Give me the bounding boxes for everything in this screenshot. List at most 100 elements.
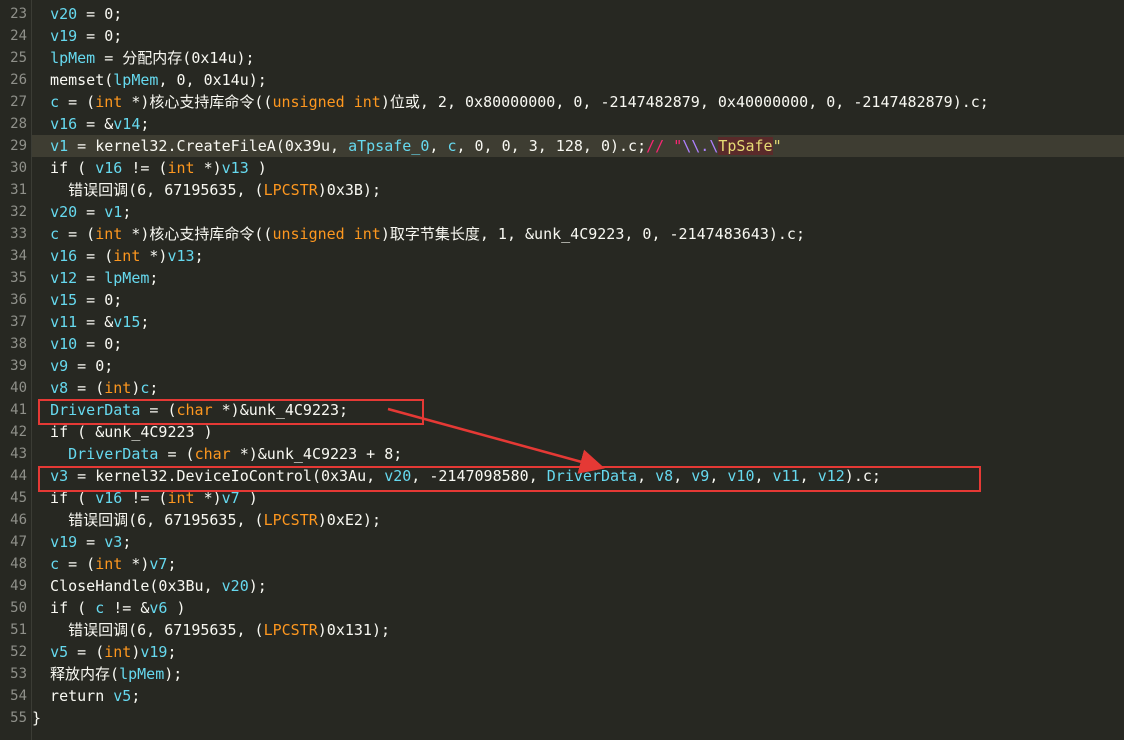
code-token: v20 [221,577,249,595]
code-line[interactable]: v19 = v3; [32,531,1124,553]
code-token: c [50,225,60,243]
code-token: unsigned int [272,93,381,111]
code-token: 释放内存( [32,665,120,683]
code-token: v19 [140,643,168,661]
code-token: return [32,687,114,705]
code-line[interactable]: v20 = v1; [32,201,1124,223]
code-line[interactable]: v20 = 0; [32,3,1124,25]
code-token: = [77,203,105,221]
code-line[interactable]: v10 = 0; [32,333,1124,355]
code-token: ; [167,643,177,661]
code-token: v5 [50,643,69,661]
code-token: v7 [149,555,168,573]
code-line[interactable]: DriverData = (char *)&unk_4C9223 + 8; [32,443,1124,465]
code-token: ; [122,533,132,551]
code-line[interactable]: return v5; [32,685,1124,707]
code-token: unsigned int [272,225,381,243]
code-line[interactable]: c = (int *)v7; [32,553,1124,575]
code-token: } [32,709,42,727]
code-line[interactable]: v8 = (int)c; [32,377,1124,399]
code-token: v1 [104,203,123,221]
code-token: v13 [167,247,195,265]
line-number: 41 [10,402,27,418]
code-token: = & [77,115,114,133]
code-token: v20 [50,203,78,221]
code-token: = ( [158,445,195,463]
code-token: int [113,247,141,265]
code-token: *)核心支持库命令(( [122,93,273,111]
code-token: = ( [59,225,96,243]
code-token: = [77,269,105,287]
code-token: = 分配内存(0x14u); [95,49,255,67]
code-editor[interactable]: 23 24 25 26 27 28 29 30 31 32 33 34 35 36 37 38 39 40 41 42… [0,0,1124,740]
line-number: 55 [10,710,27,726]
code-token: c [95,599,105,617]
code-line[interactable]: 错误回调(6, 67195635, (LPCSTR)0xE2); [32,509,1124,531]
code-token: v3 [104,533,123,551]
code-line[interactable]: 错误回调(6, 67195635, (LPCSTR)0x131); [32,619,1124,641]
code-token: lpMem [113,71,159,89]
code-token: 错误回调(6, 67195635, ( [32,511,264,529]
code-token: " [772,137,782,155]
code-line[interactable]: 释放内存(lpMem); [32,663,1124,685]
code-token: = 0; [68,357,114,375]
code-token: int [95,225,123,243]
code-token: = 0; [77,291,123,309]
code-line[interactable]: c = (int *)核心支持库命令((unsigned int)取字节集长度,… [32,223,1124,245]
code-token: 错误回调(6, 67195635, ( [32,181,264,199]
code-token: v19 [50,533,78,551]
code-token: int [104,379,132,397]
code-token: v20 [50,5,78,23]
code-token: = ( [59,93,96,111]
line-number: 40 [10,380,27,396]
code-line[interactable]: v19 = 0; [32,25,1124,47]
code-line[interactable]: if ( c != &v6 ) [32,597,1124,619]
code-line[interactable]: v16 = (int *)v13; [32,245,1124,267]
line-number: 25 [10,50,27,66]
code-token: v10 [50,335,78,353]
line-number: 49 [10,578,27,594]
code-token: v19 [50,27,78,45]
line-number: 52 [10,644,27,660]
line-number: 50 [10,600,27,616]
line-number: 23 [10,6,27,22]
code-line[interactable]: v12 = lpMem; [32,267,1124,289]
code-token: v6 [149,599,168,617]
code-line[interactable]: c = (int *)核心支持库命令((unsigned int)位或, 2, … [32,91,1124,113]
code-line[interactable]: v16 = &v14; [32,113,1124,135]
code-token: v12 [50,269,78,287]
line-number: 30 [10,160,27,176]
code-token: int [95,93,123,111]
code-line[interactable]: v11 = &v15; [32,311,1124,333]
line-number: 38 [10,336,27,352]
code-line[interactable]: lpMem = 分配内存(0x14u); [32,47,1124,69]
code-line[interactable]: v9 = 0; [32,355,1124,377]
code-line[interactable]: CloseHandle(0x3Bu, v20); [32,575,1124,597]
code-token: )取字节集长度, 1, &unk_4C9223, 0, -2147483643)… [380,225,805,243]
code-token: ); [248,577,267,595]
code-line[interactable]: v5 = (int)v19; [32,641,1124,663]
line-number: 37 [10,314,27,330]
code-token: char [194,445,231,463]
code-token: TpSafe [718,137,773,155]
code-line[interactable]: memset(lpMem, 0, 0x14u); [32,69,1124,91]
code-line[interactable]: 错误回调(6, 67195635, (LPCSTR)0x3B); [32,179,1124,201]
code-token: LPCSTR [263,621,318,639]
code-token: lpMem [50,49,96,67]
code-line[interactable]: } [32,707,1124,729]
code-token: int [95,555,123,573]
code-line[interactable]: if ( v16 != (int *)v13 ) [32,157,1124,179]
line-number: 48 [10,556,27,572]
line-number: 53 [10,666,27,682]
line-number: 33 [10,226,27,242]
code-line[interactable]: v15 = 0; [32,289,1124,311]
code-line[interactable]: v1 = kernel32.CreateFileA(0x39u, aTpsafe… [32,135,1124,157]
line-number: 31 [10,182,27,198]
